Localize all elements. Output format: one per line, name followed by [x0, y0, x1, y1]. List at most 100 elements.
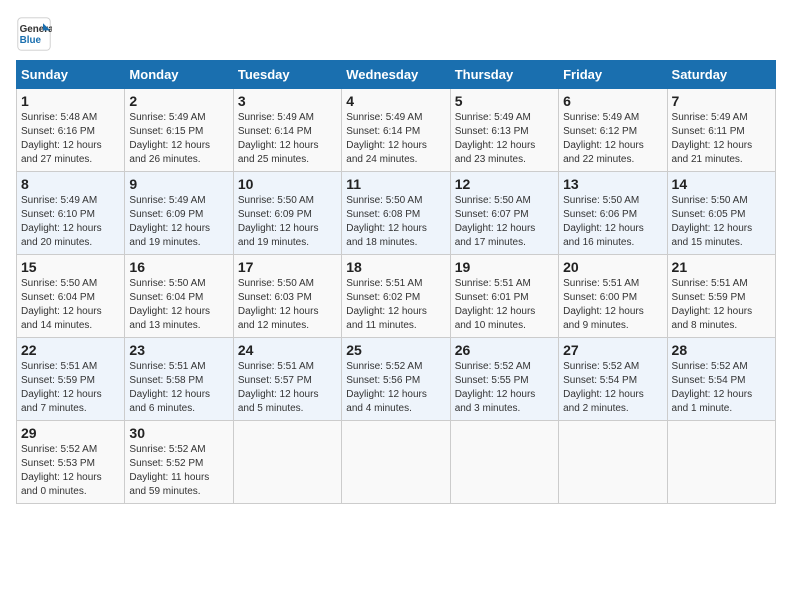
calendar-cell: 18 Sunrise: 5:51 AMSunset: 6:02 PMDayligh… — [342, 255, 450, 338]
day-number: 24 — [238, 342, 337, 358]
day-number: 20 — [563, 259, 662, 275]
day-info: Sunrise: 5:49 AMSunset: 6:15 PMDaylight:… — [129, 111, 228, 167]
day-number: 19 — [455, 259, 554, 275]
day-info: Sunrise: 5:50 AMSunset: 6:07 PMDaylight:… — [455, 194, 554, 250]
calendar-cell: 7 Sunrise: 5:49 AMSunset: 6:11 PMDaylight… — [667, 89, 775, 172]
calendar-cell: 21 Sunrise: 5:51 AMSunset: 5:59 PMDayligh… — [667, 255, 775, 338]
calendar-cell: 1 Sunrise: 5:48 AMSunset: 6:16 PMDaylight… — [17, 89, 125, 172]
calendar-cell: 25 Sunrise: 5:52 AMSunset: 5:56 PMDayligh… — [342, 338, 450, 421]
day-number: 5 — [455, 93, 554, 109]
day-info: Sunrise: 5:50 AMSunset: 6:06 PMDaylight:… — [563, 194, 662, 250]
day-info: Sunrise: 5:49 AMSunset: 6:12 PMDaylight:… — [563, 111, 662, 167]
calendar-cell: 28 Sunrise: 5:52 AMSunset: 5:54 PMDayligh… — [667, 338, 775, 421]
calendar-cell: 13 Sunrise: 5:50 AMSunset: 6:06 PMDayligh… — [559, 172, 667, 255]
day-info: Sunrise: 5:52 AMSunset: 5:54 PMDaylight:… — [563, 360, 662, 416]
day-number: 18 — [346, 259, 445, 275]
day-number: 15 — [21, 259, 120, 275]
calendar-table: SundayMondayTuesdayWednesdayThursdayFrid… — [16, 60, 776, 504]
day-info: Sunrise: 5:49 AMSunset: 6:14 PMDaylight:… — [238, 111, 337, 167]
col-header-tuesday: Tuesday — [233, 61, 341, 89]
calendar-cell: 24 Sunrise: 5:51 AMSunset: 5:57 PMDayligh… — [233, 338, 341, 421]
calendar-cell: 12 Sunrise: 5:50 AMSunset: 6:07 PMDayligh… — [450, 172, 558, 255]
calendar-cell: 2 Sunrise: 5:49 AMSunset: 6:15 PMDaylight… — [125, 89, 233, 172]
calendar-cell — [342, 421, 450, 504]
day-number: 28 — [672, 342, 771, 358]
calendar-cell: 23 Sunrise: 5:51 AMSunset: 5:58 PMDayligh… — [125, 338, 233, 421]
calendar-cell — [450, 421, 558, 504]
day-info: Sunrise: 5:49 AMSunset: 6:13 PMDaylight:… — [455, 111, 554, 167]
calendar-cell: 26 Sunrise: 5:52 AMSunset: 5:55 PMDayligh… — [450, 338, 558, 421]
day-info: Sunrise: 5:50 AMSunset: 6:04 PMDaylight:… — [21, 277, 120, 333]
logo: General Blue — [16, 16, 56, 52]
calendar-cell: 15 Sunrise: 5:50 AMSunset: 6:04 PMDayligh… — [17, 255, 125, 338]
day-number: 26 — [455, 342, 554, 358]
day-number: 9 — [129, 176, 228, 192]
day-info: Sunrise: 5:51 AMSunset: 5:57 PMDaylight:… — [238, 360, 337, 416]
col-header-wednesday: Wednesday — [342, 61, 450, 89]
calendar-cell: 16 Sunrise: 5:50 AMSunset: 6:04 PMDayligh… — [125, 255, 233, 338]
day-number: 25 — [346, 342, 445, 358]
day-info: Sunrise: 5:52 AMSunset: 5:53 PMDaylight:… — [21, 443, 120, 499]
calendar-cell: 27 Sunrise: 5:52 AMSunset: 5:54 PMDayligh… — [559, 338, 667, 421]
calendar-cell: 3 Sunrise: 5:49 AMSunset: 6:14 PMDaylight… — [233, 89, 341, 172]
day-info: Sunrise: 5:52 AMSunset: 5:54 PMDaylight:… — [672, 360, 771, 416]
day-number: 30 — [129, 425, 228, 441]
calendar-cell: 29 Sunrise: 5:52 AMSunset: 5:53 PMDayligh… — [17, 421, 125, 504]
col-header-monday: Monday — [125, 61, 233, 89]
col-header-thursday: Thursday — [450, 61, 558, 89]
day-info: Sunrise: 5:49 AMSunset: 6:14 PMDaylight:… — [346, 111, 445, 167]
day-info: Sunrise: 5:50 AMSunset: 6:09 PMDaylight:… — [238, 194, 337, 250]
day-number: 3 — [238, 93, 337, 109]
svg-text:Blue: Blue — [20, 35, 42, 46]
day-number: 16 — [129, 259, 228, 275]
day-number: 12 — [455, 176, 554, 192]
day-number: 6 — [563, 93, 662, 109]
calendar-cell: 10 Sunrise: 5:50 AMSunset: 6:09 PMDayligh… — [233, 172, 341, 255]
day-number: 17 — [238, 259, 337, 275]
day-info: Sunrise: 5:52 AMSunset: 5:52 PMDaylight:… — [129, 443, 228, 499]
calendar-cell — [667, 421, 775, 504]
calendar-cell — [233, 421, 341, 504]
day-number: 14 — [672, 176, 771, 192]
calendar-cell: 19 Sunrise: 5:51 AMSunset: 6:01 PMDayligh… — [450, 255, 558, 338]
day-number: 2 — [129, 93, 228, 109]
day-info: Sunrise: 5:51 AMSunset: 5:58 PMDaylight:… — [129, 360, 228, 416]
day-number: 23 — [129, 342, 228, 358]
day-info: Sunrise: 5:49 AMSunset: 6:09 PMDaylight:… — [129, 194, 228, 250]
day-number: 1 — [21, 93, 120, 109]
calendar-cell: 11Sunrise: 5:50 AMSunset: 6:08 PMDayligh… — [342, 172, 450, 255]
day-info: Sunrise: 5:48 AMSunset: 6:16 PMDaylight:… — [21, 111, 120, 167]
day-info: Sunrise: 5:51 AMSunset: 5:59 PMDaylight:… — [672, 277, 771, 333]
day-info: Sunrise: 5:51 AMSunset: 6:00 PMDaylight:… — [563, 277, 662, 333]
calendar-cell: 17 Sunrise: 5:50 AMSunset: 6:03 PMDayligh… — [233, 255, 341, 338]
day-info: Sunrise: 5:50 AMSunset: 6:03 PMDaylight:… — [238, 277, 337, 333]
day-number: 4 — [346, 93, 445, 109]
calendar-cell — [559, 421, 667, 504]
col-header-saturday: Saturday — [667, 61, 775, 89]
calendar-cell: 9 Sunrise: 5:49 AMSunset: 6:09 PMDaylight… — [125, 172, 233, 255]
col-header-friday: Friday — [559, 61, 667, 89]
day-number: 29 — [21, 425, 120, 441]
col-header-sunday: Sunday — [17, 61, 125, 89]
day-number: 10 — [238, 176, 337, 192]
day-number: 22 — [21, 342, 120, 358]
calendar-cell: 30 Sunrise: 5:52 AMSunset: 5:52 PMDayligh… — [125, 421, 233, 504]
day-info: Sunrise: 5:51 AMSunset: 6:01 PMDaylight:… — [455, 277, 554, 333]
calendar-cell: 20 Sunrise: 5:51 AMSunset: 6:00 PMDayligh… — [559, 255, 667, 338]
calendar-cell: 5 Sunrise: 5:49 AMSunset: 6:13 PMDaylight… — [450, 89, 558, 172]
day-info: Sunrise: 5:52 AMSunset: 5:56 PMDaylight:… — [346, 360, 445, 416]
day-info: Sunrise: 5:51 AMSunset: 6:02 PMDaylight:… — [346, 277, 445, 333]
page-header: General Blue — [16, 16, 776, 52]
day-info: Sunrise: 5:50 AMSunset: 6:04 PMDaylight:… — [129, 277, 228, 333]
day-number: 27 — [563, 342, 662, 358]
day-number: 8 — [21, 176, 120, 192]
day-info: Sunrise: 5:49 AMSunset: 6:11 PMDaylight:… — [672, 111, 771, 167]
day-info: Sunrise: 5:50 AMSunset: 6:08 PMDaylight:… — [346, 194, 445, 250]
calendar-cell: 14Sunrise: 5:50 AMSunset: 6:05 PMDayligh… — [667, 172, 775, 255]
calendar-cell: 22 Sunrise: 5:51 AMSunset: 5:59 PMDayligh… — [17, 338, 125, 421]
day-number: 13 — [563, 176, 662, 192]
day-info: Sunrise: 5:52 AMSunset: 5:55 PMDaylight:… — [455, 360, 554, 416]
day-number: 21 — [672, 259, 771, 275]
day-number: 7 — [672, 93, 771, 109]
day-info: Sunrise: 5:51 AMSunset: 5:59 PMDaylight:… — [21, 360, 120, 416]
